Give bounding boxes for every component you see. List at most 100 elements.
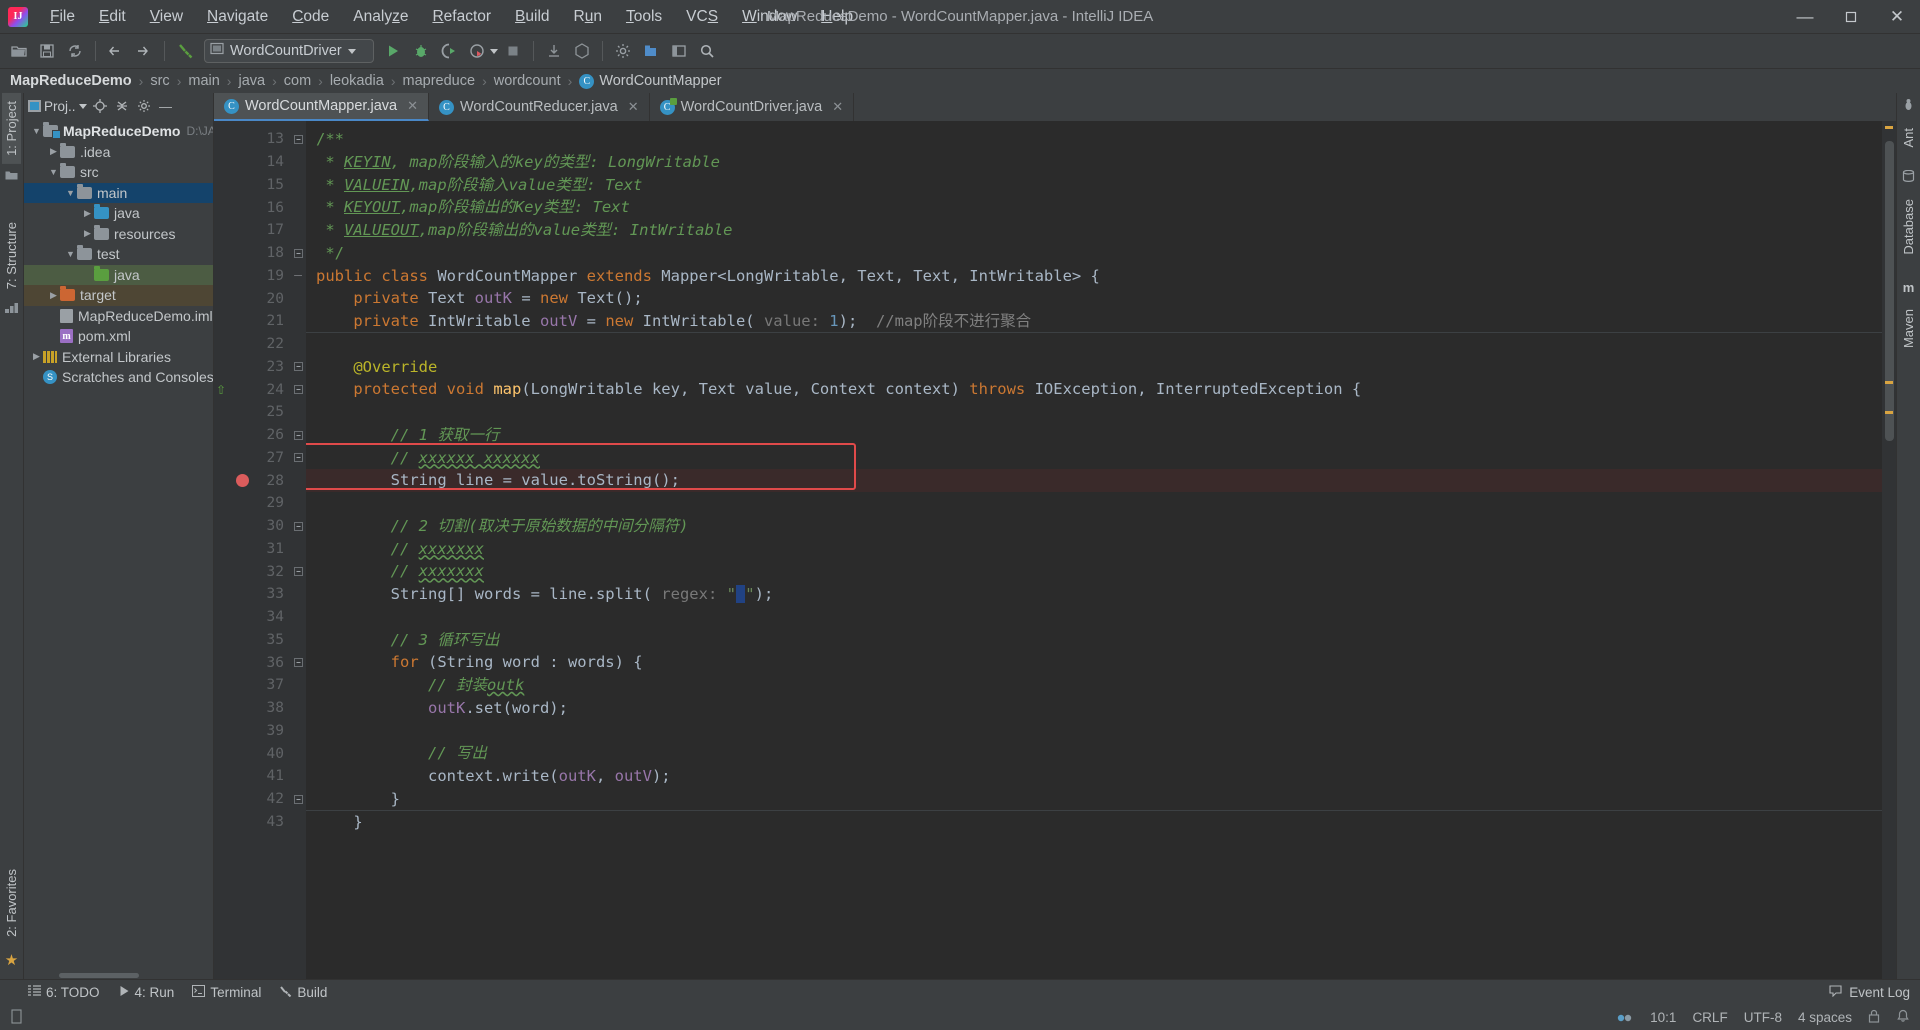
breadcrumb-item-2[interactable]: main	[188, 73, 219, 89]
error-stripe-mark[interactable]	[1885, 411, 1893, 414]
chevron-right-icon[interactable]: ▶	[81, 228, 94, 239]
code-line[interactable]: // 3 循环写出	[306, 629, 1882, 652]
line-separator[interactable]: CRLF	[1692, 1010, 1727, 1025]
bottom-tab-terminal[interactable]: Terminal	[192, 985, 261, 1000]
editor-annotation-column[interactable]: ⇧	[214, 121, 228, 979]
database-icon[interactable]	[1902, 169, 1915, 185]
maximize-button[interactable]	[1828, 0, 1874, 34]
editor-tab-wordcountmapper[interactable]: C WordCountMapper.java ✕	[214, 93, 429, 121]
editor-scrollbar[interactable]	[1882, 121, 1896, 979]
favorites-star-icon[interactable]: ★	[5, 951, 18, 969]
update-project-icon[interactable]	[541, 38, 567, 64]
line-number[interactable]: 32	[228, 560, 290, 583]
menu-build[interactable]: Build	[503, 4, 561, 30]
line-number[interactable]: 26	[228, 424, 290, 447]
code-line[interactable]	[306, 401, 1882, 424]
menu-run[interactable]: Run	[562, 4, 614, 30]
code-line[interactable]: private Text outK = new Text();	[306, 287, 1882, 310]
notification-icon[interactable]	[1896, 1009, 1910, 1026]
close-icon[interactable]: ✕	[832, 99, 843, 115]
error-stripe-mark[interactable]	[1885, 381, 1893, 384]
tree-node-pom-xml[interactable]: m pom.xml	[24, 326, 213, 347]
line-number[interactable]: 20	[228, 287, 290, 310]
hide-panel-icon[interactable]: —	[157, 97, 175, 115]
tree-node-scratches-and-consoles[interactable]: S Scratches and Consoles	[24, 367, 213, 388]
line-number[interactable]: 39	[228, 720, 290, 743]
editor-code-text[interactable]: /** * KEYIN, map阶段输入的key的类型: LongWritabl…	[306, 121, 1882, 979]
code-line[interactable]: // xxxxxxx	[306, 560, 1882, 583]
file-encoding[interactable]: UTF-8	[1744, 1010, 1782, 1025]
line-number[interactable]: 41	[228, 765, 290, 788]
tool-window-structure[interactable]: 7: Structure	[2, 214, 21, 297]
code-line[interactable]: String line = value.toString();	[306, 469, 1882, 492]
close-icon[interactable]: ✕	[628, 99, 639, 115]
line-number[interactable]: 38	[228, 697, 290, 720]
chevron-down-icon[interactable]: ▼	[30, 126, 43, 136]
code-line[interactable]: * VALUEOUT,map阶段输出的value类型: IntWritable	[306, 219, 1882, 242]
run-configuration-selector[interactable]: WordCountDriver	[204, 39, 374, 63]
chevron-down-icon[interactable]: ▼	[47, 167, 60, 177]
breakpoint-icon[interactable]	[236, 474, 249, 488]
chevron-down-icon[interactable]: ▼	[64, 188, 77, 198]
caret-position[interactable]: 10:1	[1650, 1010, 1676, 1025]
chevron-down-icon[interactable]	[347, 48, 356, 54]
code-line[interactable]: }	[306, 788, 1882, 811]
breadcrumb-item-3[interactable]: java	[238, 73, 265, 89]
tree-node-resources[interactable]: ▶ resources	[24, 224, 213, 245]
tool-window-project[interactable]: 1: Project	[2, 93, 21, 164]
line-number[interactable]: 14	[228, 151, 290, 174]
tree-node-mapreducedemo-iml[interactable]: MapReduceDemo.iml	[24, 306, 213, 327]
menu-code[interactable]: Code	[280, 4, 341, 30]
line-number[interactable]: 29	[228, 492, 290, 515]
menu-tools[interactable]: Tools	[614, 4, 674, 30]
build-hammer-icon[interactable]	[172, 38, 198, 64]
line-number[interactable]: 22	[228, 333, 290, 356]
structure-icon[interactable]	[5, 303, 18, 317]
tree-node-target[interactable]: ▶ target	[24, 285, 213, 306]
breadcrumb-item-7[interactable]: wordcount	[494, 73, 561, 89]
editor-tab-wordcountdriver[interactable]: C WordCountDriver.java ✕	[650, 93, 855, 121]
breadcrumb-item-0[interactable]: MapReduceDemo	[10, 73, 132, 89]
line-number[interactable]: 18	[228, 242, 290, 265]
breadcrumb-item-1[interactable]: src	[150, 73, 169, 89]
line-number[interactable]: 35	[228, 629, 290, 652]
stop-icon[interactable]	[500, 38, 526, 64]
line-number[interactable]: 30	[228, 515, 290, 538]
code-line[interactable]: // 写出	[306, 742, 1882, 765]
code-line[interactable]: public class WordCountMapper extends Map…	[306, 265, 1882, 288]
breadcrumb-item-4[interactable]: com	[284, 73, 311, 89]
line-number[interactable]: 42	[228, 788, 290, 811]
chevron-right-icon[interactable]: ▶	[47, 146, 60, 157]
tree-node-test[interactable]: ▼ test	[24, 244, 213, 265]
breadcrumb-item-6[interactable]: mapreduce	[403, 73, 476, 89]
line-number[interactable]: 24	[228, 378, 290, 401]
close-icon[interactable]: ✕	[407, 98, 418, 114]
sync-icon[interactable]	[62, 38, 88, 64]
tree-node-src[interactable]: ▼ src	[24, 162, 213, 183]
code-line[interactable]: // 封装outk	[306, 674, 1882, 697]
code-line[interactable]: // 2 切割(取决于原始数据的中间分隔符)	[306, 515, 1882, 538]
run-icon[interactable]	[380, 38, 406, 64]
menu-edit[interactable]: Edit	[87, 4, 138, 30]
bottom-tab-run[interactable]: 4: Run	[118, 985, 174, 1000]
editor-tab-wordcountreducer[interactable]: C WordCountReducer.java ✕	[429, 93, 650, 121]
menu-help[interactable]: Help	[809, 4, 865, 30]
code-line[interactable]: protected void map(LongWritable key, Tex…	[306, 378, 1882, 401]
code-line[interactable]: */	[306, 242, 1882, 265]
fold-marker[interactable]	[290, 651, 306, 674]
chevron-right-icon[interactable]: ▶	[30, 351, 43, 362]
fold-marker[interactable]	[290, 378, 306, 401]
tool-window-maven[interactable]: Maven	[1899, 301, 1918, 356]
project-panel-title[interactable]: Proj..	[28, 99, 87, 114]
save-all-icon[interactable]	[34, 38, 60, 64]
line-number[interactable]: 34	[228, 606, 290, 629]
event-log-label[interactable]: Event Log	[1849, 985, 1910, 1000]
lock-icon[interactable]	[1868, 1009, 1880, 1026]
code-line[interactable]: /**	[306, 128, 1882, 151]
line-number[interactable]: 19	[228, 265, 290, 288]
search-icon[interactable]	[694, 38, 720, 64]
collapse-all-icon[interactable]	[113, 97, 131, 115]
settings-icon[interactable]	[610, 38, 636, 64]
line-number[interactable]: 27	[228, 447, 290, 470]
code-line[interactable]: @Override	[306, 356, 1882, 379]
